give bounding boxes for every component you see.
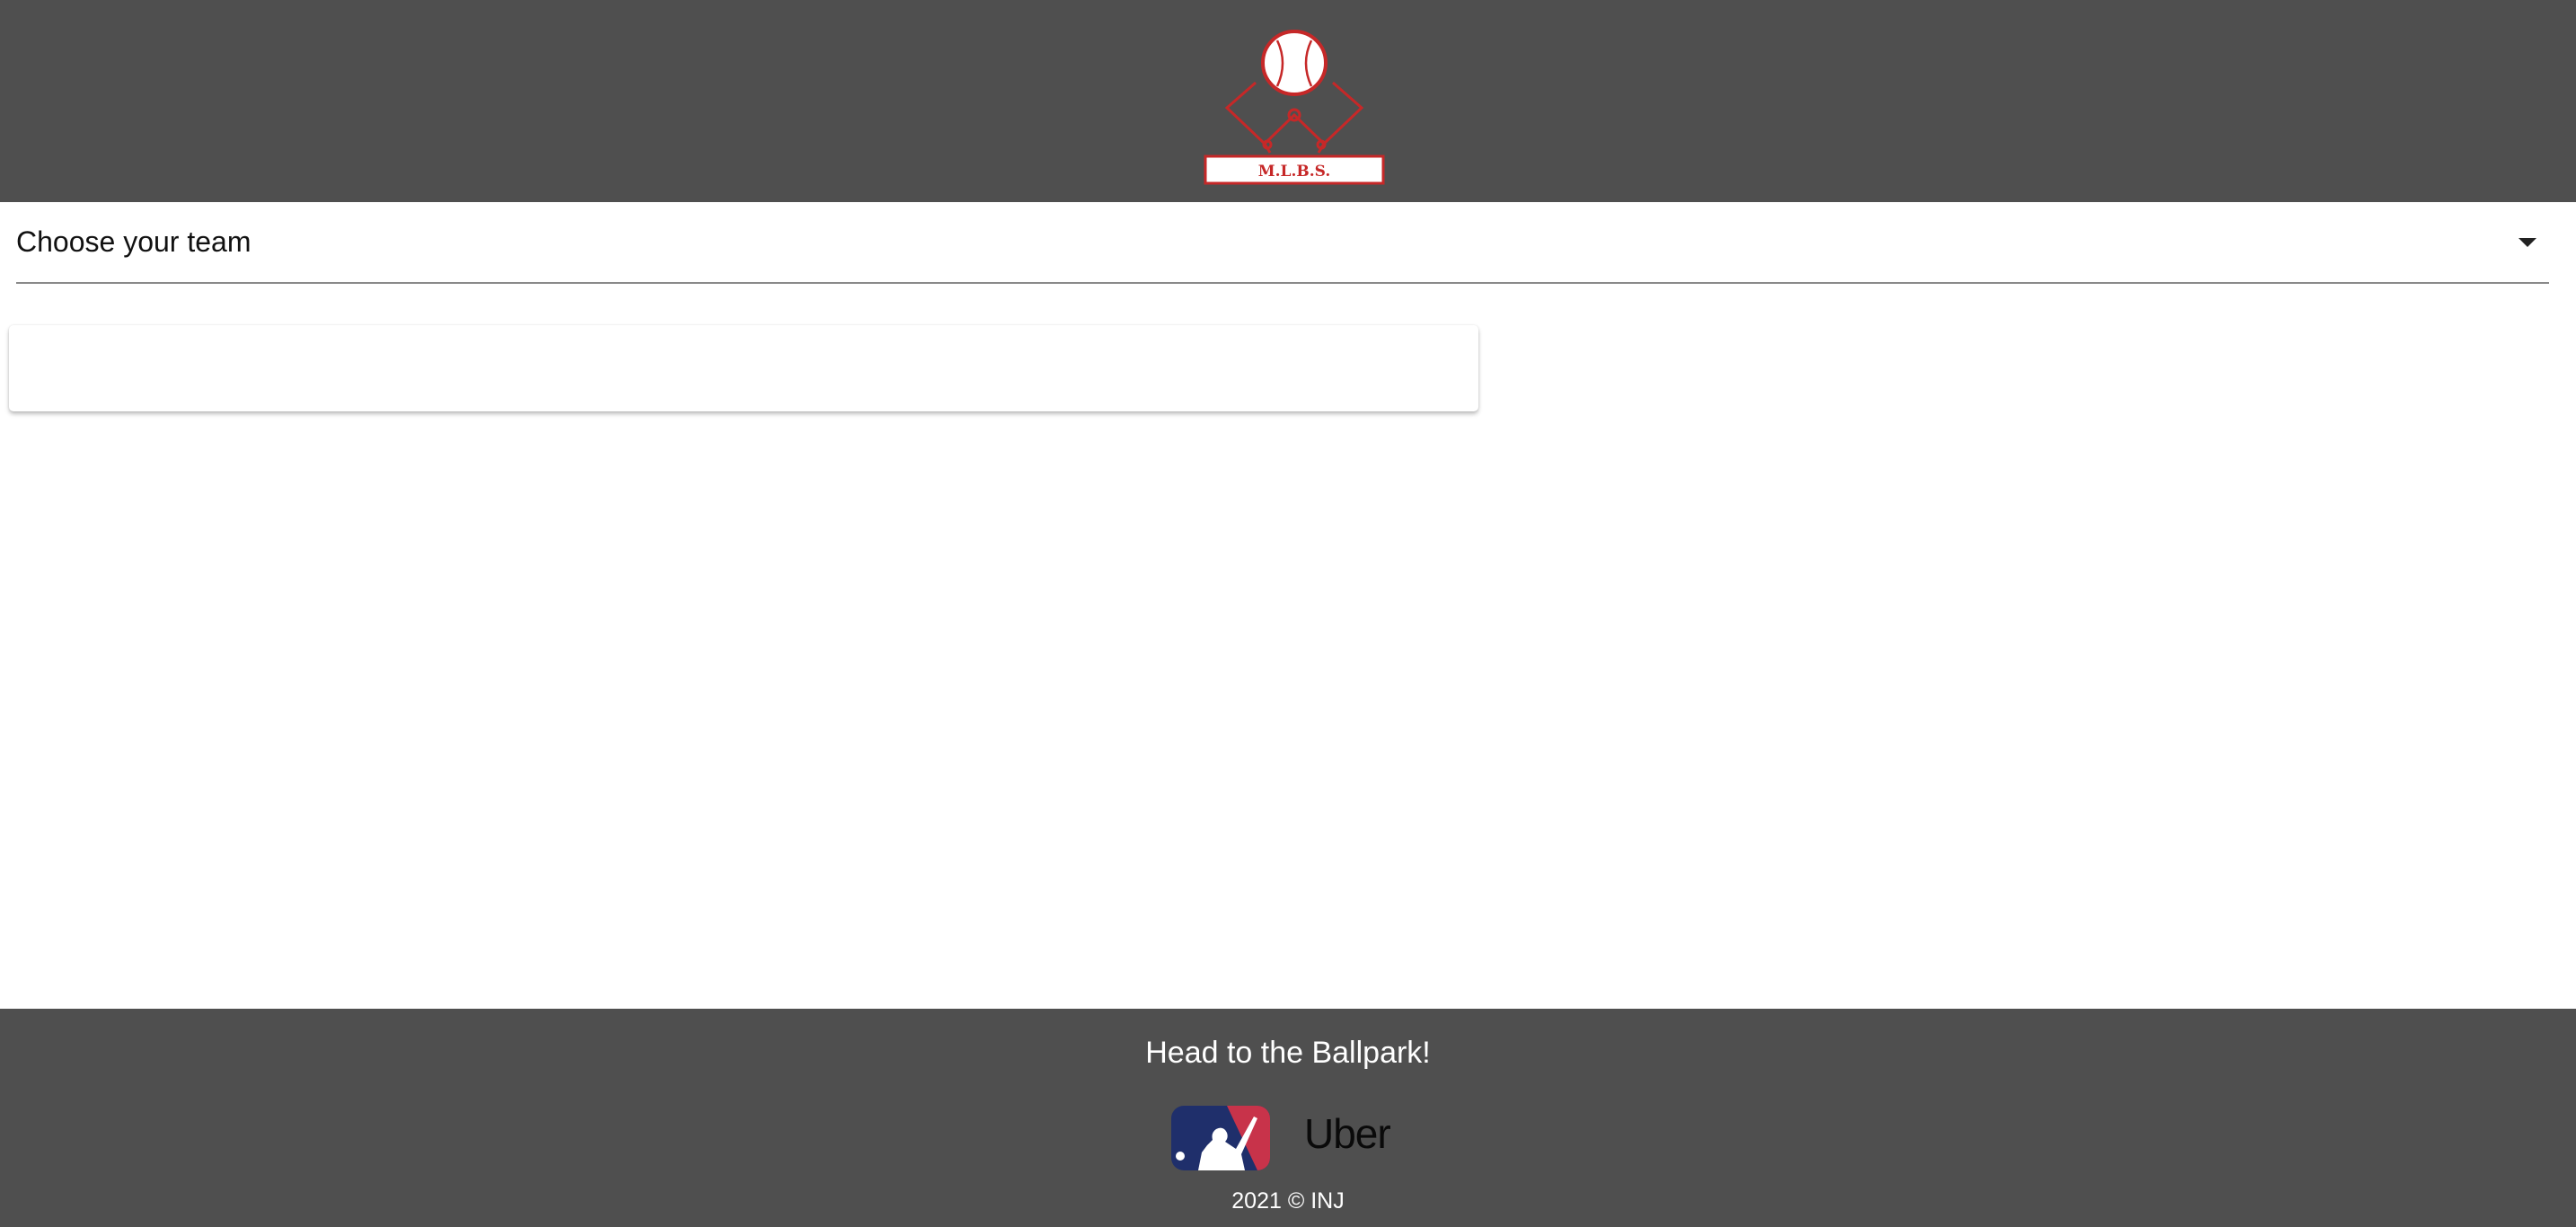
mlbs-logo[interactable]: M.L.B.S. xyxy=(1202,27,1387,187)
team-select-label: Choose your team xyxy=(16,225,251,258)
team-info-card xyxy=(9,325,1478,411)
site-header: M.L.B.S. xyxy=(0,0,2576,202)
caret-down-icon xyxy=(2519,238,2536,247)
footer-title: Head to the Ballpark! xyxy=(1145,1036,1431,1070)
mlb-logo[interactable] xyxy=(1171,1106,1270,1170)
logo-text: M.L.B.S. xyxy=(1258,163,1330,181)
site-footer: Head to the Ballpark! Uber 2021 © INJ xyxy=(0,1009,2576,1227)
uber-logo[interactable]: Uber xyxy=(1304,1109,1391,1158)
copyright-text: 2021 © INJ xyxy=(1231,1188,1345,1214)
team-select[interactable]: Choose your team xyxy=(16,202,2549,284)
